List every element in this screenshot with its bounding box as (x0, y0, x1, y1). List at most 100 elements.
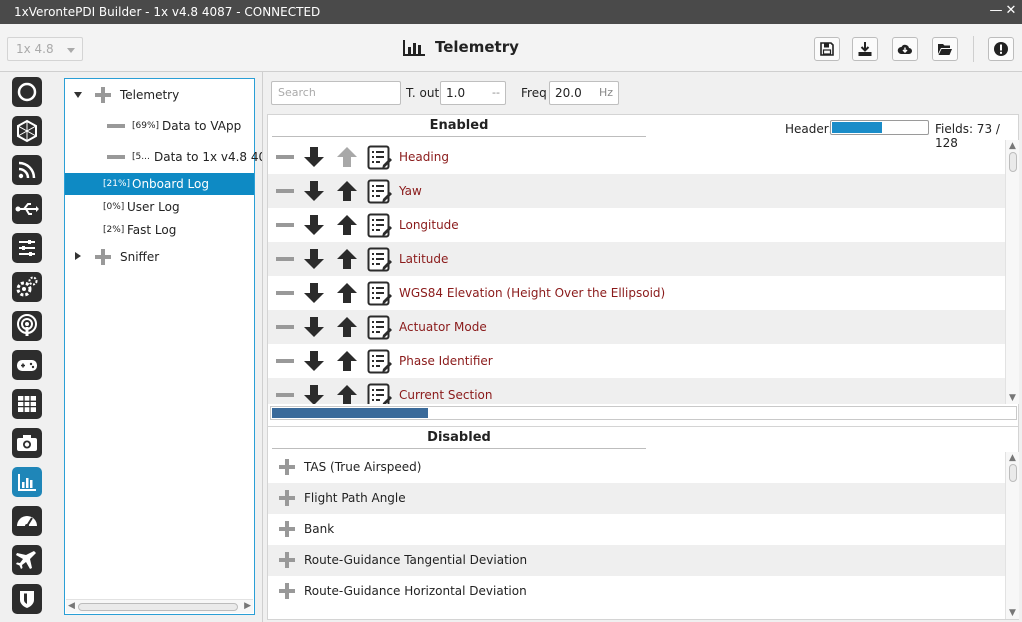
add-icon[interactable] (278, 520, 296, 538)
arrow-down-icon[interactable] (303, 146, 325, 168)
arrow-up-icon[interactable] (336, 350, 358, 372)
add-icon[interactable] (278, 582, 296, 600)
enabled-vertical-scrollbar[interactable]: ▲ ▼ (1005, 140, 1019, 404)
arrow-down-icon[interactable] (303, 282, 325, 304)
chevron-right-icon[interactable]: ▶ (244, 601, 251, 611)
arrow-up-icon[interactable] (336, 248, 358, 270)
remove-icon[interactable] (276, 155, 294, 159)
tree-item-fast-log[interactable]: [2%] Fast Log (65, 219, 254, 241)
sidebar-grid[interactable] (12, 389, 42, 419)
enabled-field-row[interactable]: Actuator Mode (268, 310, 1005, 344)
airplane-icon (16, 551, 36, 569)
chevron-up-icon[interactable]: ▲ (1009, 453, 1016, 463)
close-button[interactable]: ✕ (1003, 2, 1019, 20)
disabled-vertical-scrollbar[interactable]: ▲ ▼ (1005, 452, 1019, 619)
remove-icon[interactable] (276, 257, 294, 261)
edit-list-icon[interactable] (367, 145, 393, 171)
scrollbar-thumb[interactable] (1009, 464, 1017, 482)
remove-icon[interactable] (276, 291, 294, 295)
arrow-up-icon[interactable] (336, 146, 358, 168)
sidebar-camera[interactable] (12, 428, 42, 458)
remove-icon[interactable] (276, 325, 294, 329)
enabled-field-row[interactable]: Phase Identifier (268, 344, 1005, 378)
disabled-field-row[interactable]: TAS (True Airspeed) (268, 452, 1005, 483)
add-icon[interactable] (278, 551, 296, 569)
edit-list-icon[interactable] (367, 213, 393, 239)
sidebar-sliders[interactable] (12, 233, 42, 263)
sidebar-podcast[interactable] (12, 311, 42, 341)
edit-list-icon[interactable] (367, 281, 393, 307)
sidebar-gamepad[interactable] (12, 350, 42, 380)
chevron-down-icon[interactable]: ▼ (1009, 608, 1016, 618)
tree-item-percent: [69%] (132, 121, 160, 131)
frequency-input[interactable]: 20.0 Hz (549, 81, 619, 105)
cloud-download-button[interactable] (892, 37, 918, 61)
remove-icon[interactable] (276, 359, 294, 363)
version-select[interactable]: 1x 4.8 (7, 37, 83, 61)
field-name: Route-Guidance Horizontal Deviation (304, 584, 527, 598)
tree-item-onboard-log[interactable]: [21%] Onboard Log (65, 173, 254, 195)
scrollbar-thumb[interactable] (1009, 152, 1017, 172)
edit-list-icon[interactable] (367, 179, 393, 205)
sidebar-power[interactable] (12, 77, 42, 107)
minimize-button[interactable]: — (988, 2, 1004, 20)
tree-horizontal-scrollbar[interactable]: ◀ ▶ (66, 599, 253, 613)
sidebar-airplane[interactable] (12, 545, 42, 575)
arrow-down-icon[interactable] (303, 384, 325, 404)
sidebar-telemetry[interactable] (12, 467, 42, 497)
sidebar-dashboard[interactable] (12, 506, 42, 536)
log-usage-fill (272, 408, 429, 418)
chevron-right-icon[interactable] (75, 252, 81, 260)
info-button[interactable] (988, 37, 1014, 61)
add-icon[interactable] (278, 458, 296, 476)
sidebar-hexagon[interactable] (12, 116, 42, 146)
disabled-field-row[interactable]: Bank (268, 514, 1005, 545)
remove-icon[interactable] (276, 223, 294, 227)
tree-item-sniffer[interactable]: Sniffer (65, 246, 254, 268)
arrow-down-icon[interactable] (303, 248, 325, 270)
arrow-up-icon[interactable] (336, 180, 358, 202)
tree-item-data-to-vapp[interactable]: [69%] Data to VApp (65, 115, 254, 137)
chevron-up-icon[interactable]: ▲ (1009, 141, 1016, 151)
tree-item-data-to-1x[interactable]: [5... Data to 1x v4.8 40... (65, 146, 278, 168)
disabled-field-row[interactable]: Route-Guidance Horizontal Deviation (268, 576, 1005, 607)
chevron-down-icon[interactable]: ▼ (1009, 393, 1016, 403)
enabled-field-row[interactable]: Latitude (268, 242, 1005, 276)
tree-item-telemetry[interactable]: Telemetry (65, 84, 254, 106)
arrow-up-icon[interactable] (336, 384, 358, 404)
scrollbar-thumb[interactable] (78, 603, 238, 611)
enabled-field-row[interactable]: Yaw (268, 174, 1005, 208)
arrow-down-icon[interactable] (303, 180, 325, 202)
enabled-field-row[interactable]: Current Section (268, 378, 1005, 404)
open-folder-button[interactable] (932, 37, 958, 61)
enabled-field-row[interactable]: Heading (268, 140, 1005, 174)
sidebar-shield[interactable] (12, 584, 42, 614)
tree-item-user-log[interactable]: [0%] User Log (65, 196, 254, 218)
arrow-down-icon[interactable] (303, 350, 325, 372)
chevron-down-icon[interactable] (74, 92, 82, 98)
edit-list-icon[interactable] (367, 247, 393, 273)
enabled-field-row[interactable]: Longitude (268, 208, 1005, 242)
sidebar-rss[interactable] (12, 155, 42, 185)
add-icon[interactable] (278, 489, 296, 507)
chevron-left-icon[interactable]: ◀ (68, 601, 75, 611)
disabled-field-row[interactable]: Route-Guidance Tangential Deviation (268, 545, 1005, 576)
remove-icon[interactable] (276, 189, 294, 193)
edit-list-icon[interactable] (367, 383, 393, 404)
arrow-up-icon[interactable] (336, 282, 358, 304)
arrow-down-icon[interactable] (303, 214, 325, 236)
sidebar-usb[interactable] (12, 194, 42, 224)
save-button[interactable] (814, 37, 840, 61)
download-button[interactable] (852, 37, 878, 61)
arrow-down-icon[interactable] (303, 316, 325, 338)
edit-list-icon[interactable] (367, 315, 393, 341)
enabled-field-row[interactable]: WGS84 Elevation (Height Over the Ellipso… (268, 276, 1005, 310)
edit-list-icon[interactable] (367, 349, 393, 375)
disabled-field-row[interactable]: Flight Path Angle (268, 483, 1005, 514)
sidebar-gears[interactable] (12, 272, 42, 302)
arrow-up-icon[interactable] (336, 316, 358, 338)
timeout-input[interactable]: 1.0 -- (440, 81, 506, 105)
search-input[interactable]: Search (271, 81, 401, 105)
arrow-up-icon[interactable] (336, 214, 358, 236)
remove-icon[interactable] (276, 393, 294, 397)
